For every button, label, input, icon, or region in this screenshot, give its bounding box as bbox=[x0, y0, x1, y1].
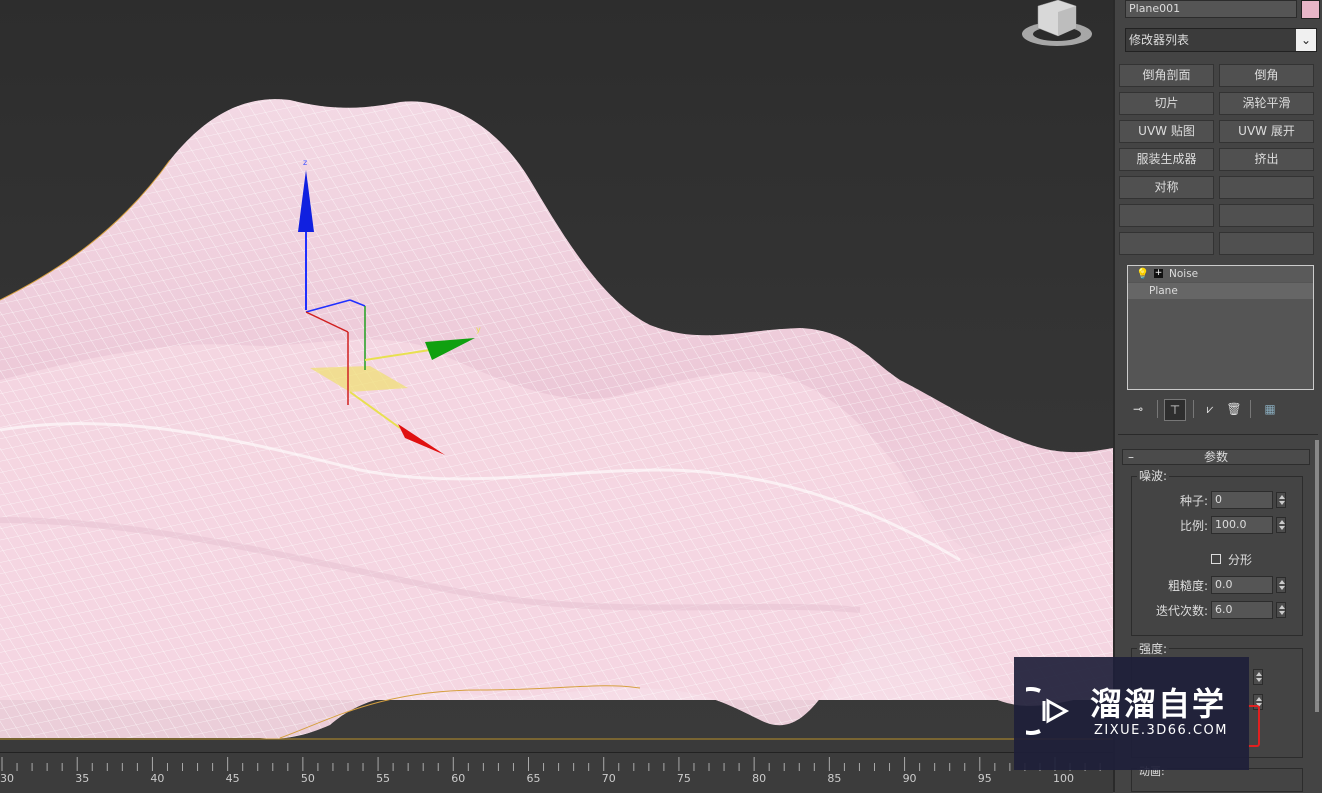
timeline-tick-label: 45 bbox=[225, 772, 240, 785]
timeline-ruler bbox=[1, 757, 1101, 771]
seed-label: 种子: bbox=[1179, 494, 1208, 508]
modifier-button[interactable]: 切片 bbox=[1119, 92, 1214, 115]
timeline-tick-label: 80 bbox=[752, 772, 767, 785]
modifier-button[interactable] bbox=[1219, 232, 1314, 255]
fractal-label: 分形 bbox=[1228, 553, 1253, 567]
modifier-button[interactable]: UVW 贴图 bbox=[1119, 120, 1214, 143]
show-end-result-icon[interactable]: ⊤ bbox=[1164, 399, 1186, 421]
timeline-tick-label: 35 bbox=[75, 772, 90, 785]
panel-scrollbar[interactable] bbox=[1315, 440, 1319, 712]
iterations-label: 迭代次数: bbox=[1155, 604, 1208, 618]
iterations-input[interactable]: 6.0 bbox=[1211, 601, 1273, 619]
object-color-swatch[interactable] bbox=[1301, 0, 1320, 19]
make-unique-icon[interactable]: ⩗ bbox=[1202, 401, 1218, 417]
modifier-button[interactable]: UVW 展开 bbox=[1219, 120, 1314, 143]
modifier-button[interactable]: 倒角剖面 bbox=[1119, 64, 1214, 87]
highlight-marker bbox=[1248, 705, 1260, 747]
watermark-url: ZIXUE.3D66.COM bbox=[1094, 723, 1228, 738]
modifier-button[interactable] bbox=[1119, 232, 1214, 255]
modifier-button[interactable]: 挤出 bbox=[1219, 148, 1314, 171]
timeline-tick-label: 90 bbox=[902, 772, 917, 785]
time-slider-track[interactable]: 30 35 40 45 50 55 60 65 70 75 80 85 90 95 100 bbox=[0, 752, 1113, 793]
timeline-tick-label: 50 bbox=[300, 772, 315, 785]
noise-group-title: 噪波: bbox=[1137, 467, 1170, 484]
play-logo-icon bbox=[1026, 687, 1070, 735]
gizmo-y-label: y bbox=[476, 325, 481, 334]
configure-modifier-sets-icon[interactable]: ▦ bbox=[1262, 401, 1278, 417]
object-name-field[interactable]: Plane001 bbox=[1125, 0, 1297, 18]
parameters-rollout-header[interactable]: – 参数 bbox=[1122, 449, 1310, 465]
lightbulb-icon[interactable]: 💡 bbox=[1136, 266, 1149, 282]
timeline-tick-label: 55 bbox=[376, 772, 391, 785]
roughness-input[interactable]: 0.0 bbox=[1211, 576, 1273, 594]
modifier-button[interactable]: 对称 bbox=[1119, 176, 1214, 199]
roughness-spinner[interactable] bbox=[1276, 577, 1286, 593]
stack-item-plane[interactable]: Plane bbox=[1128, 283, 1313, 299]
modifier-button[interactable] bbox=[1219, 176, 1314, 199]
watermark-brand: 溜溜自学 bbox=[1090, 685, 1227, 723]
timeline-tick-label: 30 bbox=[0, 772, 14, 785]
viewcube-icon[interactable] bbox=[1020, 0, 1095, 52]
modifier-button[interactable]: 服装生成器 bbox=[1119, 148, 1214, 171]
strength-group-title: 强度: bbox=[1137, 640, 1170, 657]
timeline-tick-label: 70 bbox=[601, 772, 616, 785]
seed-spinner[interactable] bbox=[1276, 492, 1286, 508]
rollout-title: 参数 bbox=[1203, 450, 1228, 464]
noise-plane-mesh[interactable]: z y bbox=[0, 0, 1113, 752]
watermark-logo: 溜溜自学 ZIXUE.3D66.COM bbox=[1014, 657, 1249, 770]
fractal-checkbox[interactable] bbox=[1211, 554, 1221, 564]
timeline-tick-label: 85 bbox=[827, 772, 842, 785]
toolbar-divider bbox=[1193, 400, 1194, 418]
stack-item-noise[interactable]: 💡 + Noise bbox=[1128, 266, 1313, 282]
iterations-spinner[interactable] bbox=[1276, 602, 1286, 618]
modifier-button[interactable]: 倒角 bbox=[1219, 64, 1314, 87]
collapse-icon[interactable]: – bbox=[1128, 450, 1134, 464]
strength-x-spinner[interactable] bbox=[1253, 669, 1263, 685]
panel-divider bbox=[1118, 434, 1318, 435]
stack-item-label: Plane bbox=[1149, 285, 1178, 297]
timeline-tick-label: 75 bbox=[676, 772, 691, 785]
remove-modifier-icon[interactable]: 🗑 bbox=[1226, 401, 1242, 417]
toolbar-divider bbox=[1157, 400, 1158, 418]
stack-item-label: Noise bbox=[1169, 268, 1199, 280]
scale-spinner[interactable] bbox=[1276, 517, 1286, 533]
scale-input[interactable]: 100.0 bbox=[1211, 516, 1273, 534]
expand-plus-icon[interactable]: + bbox=[1154, 269, 1163, 278]
modifier-button[interactable] bbox=[1219, 204, 1314, 227]
seed-input[interactable]: 0 bbox=[1211, 491, 1273, 509]
roughness-label: 粗糙度: bbox=[1167, 579, 1208, 593]
modifier-list-label: 修改器列表 bbox=[1129, 33, 1190, 47]
modifier-button[interactable] bbox=[1119, 204, 1214, 227]
toolbar-divider bbox=[1250, 400, 1251, 418]
timeline-tick-label: 100 bbox=[1053, 772, 1074, 785]
timeline-tick-label: 60 bbox=[451, 772, 466, 785]
gizmo-z-label: z bbox=[303, 158, 307, 167]
timeline-tick-label: 65 bbox=[526, 772, 541, 785]
chevron-down-icon[interactable]: ⌄ bbox=[1296, 29, 1316, 51]
modifier-button[interactable]: 涡轮平滑 bbox=[1219, 92, 1314, 115]
pin-stack-icon[interactable]: ⊸ bbox=[1130, 401, 1146, 417]
timeline-tick-label: 40 bbox=[150, 772, 165, 785]
scale-label: 比例: bbox=[1179, 519, 1208, 533]
perspective-viewport[interactable]: z y bbox=[0, 0, 1113, 752]
timeline-tick-label: 95 bbox=[977, 772, 992, 785]
modifier-list-dropdown[interactable]: 修改器列表 ⌄ bbox=[1125, 28, 1317, 52]
modifier-stack[interactable]: 💡 + Noise Plane bbox=[1127, 265, 1314, 390]
